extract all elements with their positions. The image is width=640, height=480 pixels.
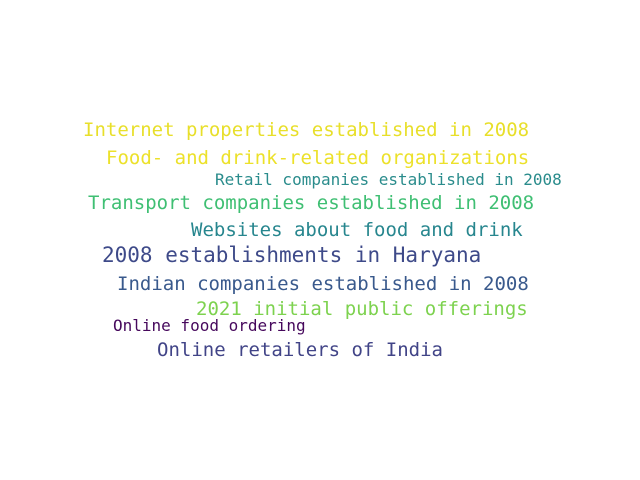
word-food-drink-organizations: Food- and drink-related organizations <box>106 147 530 169</box>
word-establishments-haryana: 2008 establishments in Haryana <box>102 243 482 267</box>
word-cloud: Internet properties established in 2008 … <box>0 0 640 480</box>
word-internet-properties-2008: Internet properties established in 2008 <box>83 119 530 141</box>
word-online-food-ordering: Online food ordering <box>113 316 306 335</box>
word-indian-companies-2008: Indian companies established in 2008 <box>117 273 529 295</box>
word-transport-companies-2008: Transport companies established in 2008 <box>88 192 535 214</box>
word-websites-food-drink: Websites about food and drink <box>191 219 523 241</box>
word-retail-companies-2008: Retail companies established in 2008 <box>215 170 562 189</box>
word-online-retailers-india: Online retailers of India <box>157 339 443 361</box>
